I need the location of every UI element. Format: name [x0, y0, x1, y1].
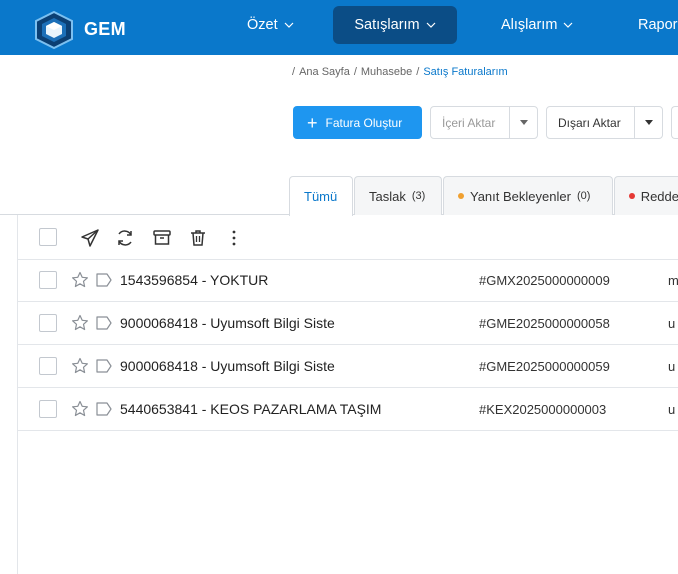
nav-item-ozet[interactable]: Özet	[237, 6, 304, 44]
breadcrumb-current: Satış Faturalarım	[423, 66, 508, 78]
nav-item-label: Raporl	[638, 17, 678, 33]
row-invoice-number: #GMX2025000000009	[479, 273, 610, 288]
table-row[interactable]: 9000068418 - Uyumsoft Bilgi Siste #GME20…	[18, 345, 678, 388]
trash-icon[interactable]	[188, 228, 208, 248]
row-invoice-number: #GME2025000000059	[479, 359, 610, 374]
select-all-checkbox[interactable]	[39, 228, 57, 246]
table-row[interactable]: 5440653841 - KEOS PAZARLAMA TAŞIM #KEX20…	[18, 388, 678, 431]
tab-label: Tümü	[304, 189, 338, 204]
status-dot-icon	[458, 193, 464, 199]
star-icon[interactable]	[71, 400, 89, 418]
tab-count: (0)	[576, 190, 591, 202]
top-navbar: GEM Özet Satışlarım Alışlarım Raporl	[0, 0, 678, 55]
export-dropdown-toggle[interactable]	[634, 107, 662, 138]
status-dot-icon	[629, 193, 635, 199]
nav-item-label: Alışlarım	[501, 17, 558, 33]
row-extra: u	[668, 359, 676, 374]
row-checkbox[interactable]	[39, 400, 57, 418]
row-checkbox[interactable]	[39, 271, 57, 289]
brand-name[interactable]: GEM	[84, 19, 126, 40]
refresh-icon[interactable]	[115, 228, 135, 248]
row-extra: m	[668, 273, 678, 288]
row-invoice-number: #KEX2025000000003	[479, 402, 607, 417]
tab-reddedilenler[interactable]: Redde	[614, 176, 678, 215]
gem-logo-icon[interactable]	[32, 10, 76, 50]
app-window: GEM Özet Satışlarım Alışlarım Raporl / A…	[0, 0, 678, 574]
nav-item-satislarim[interactable]: Satışlarım	[333, 6, 457, 44]
label-icon[interactable]	[95, 401, 113, 417]
row-title: 9000068418 - Uyumsoft Bilgi Siste	[120, 358, 335, 374]
chevron-down-icon	[284, 22, 294, 28]
tab-label: Taslak	[369, 188, 406, 204]
row-title: 5440653841 - KEOS PAZARLAMA TAŞIM	[120, 401, 382, 417]
caret-down-icon	[519, 120, 528, 125]
chevron-down-icon	[426, 22, 436, 28]
caret-down-icon	[644, 120, 653, 125]
star-icon[interactable]	[71, 314, 89, 332]
breadcrumb: / Ana Sayfa / Muhasebe / Satış Faturalar…	[292, 66, 508, 78]
row-checkbox[interactable]	[39, 314, 57, 332]
tab-count: (3)	[411, 190, 426, 202]
label-icon[interactable]	[95, 272, 113, 288]
import-dropdown-toggle[interactable]	[509, 107, 537, 138]
row-extra: u	[668, 402, 676, 417]
row-extra: u	[668, 316, 676, 331]
create-invoice-label: Fatura Oluştur	[325, 115, 403, 130]
label-icon[interactable]	[95, 358, 113, 374]
tab-tumu[interactable]: Tümü	[289, 176, 353, 216]
nav-item-label: Satışlarım	[354, 17, 420, 33]
breadcrumb-home[interactable]: Ana Sayfa	[299, 66, 350, 78]
star-icon[interactable]	[71, 357, 89, 375]
more-vertical-icon[interactable]	[224, 228, 244, 248]
chevron-down-icon	[563, 22, 573, 28]
tab-yanit-bekleyenler[interactable]: Yanıt Bekleyenler (0)	[443, 176, 613, 215]
list-toolbar	[18, 215, 678, 260]
plus-icon: +	[307, 112, 318, 133]
table-row[interactable]: 1543596854 - YOKTUR #GMX2025000000009 m	[18, 259, 678, 302]
import-button-group: İçeri Aktar	[430, 106, 538, 139]
star-icon[interactable]	[71, 271, 89, 289]
more-actions-button[interactable]	[671, 106, 678, 139]
breadcrumb-muhasebe[interactable]: Muhasebe	[361, 66, 412, 78]
export-button-group: Dışarı Aktar	[546, 106, 663, 139]
label-icon[interactable]	[95, 315, 113, 331]
tab-taslak[interactable]: Taslak (3)	[354, 176, 442, 215]
export-button[interactable]: Dışarı Aktar	[547, 107, 634, 138]
table-row[interactable]: 9000068418 - Uyumsoft Bilgi Siste #GME20…	[18, 302, 678, 345]
nav-item-raporlar[interactable]: Raporl	[628, 6, 678, 44]
row-invoice-number: #GME2025000000058	[479, 316, 610, 331]
import-button[interactable]: İçeri Aktar	[431, 107, 509, 138]
create-invoice-button[interactable]: + Fatura Oluştur	[293, 106, 422, 139]
send-icon[interactable]	[80, 228, 100, 248]
nav-item-label: Özet	[247, 17, 278, 33]
archive-icon[interactable]	[152, 228, 172, 248]
row-checkbox[interactable]	[39, 357, 57, 375]
tab-label: Yanıt Bekleyenler	[470, 188, 571, 204]
nav-item-alislarim[interactable]: Alışlarım	[491, 6, 583, 44]
row-title: 9000068418 - Uyumsoft Bilgi Siste	[120, 315, 335, 331]
tab-label: Redde	[640, 188, 678, 204]
row-title: 1543596854 - YOKTUR	[120, 272, 269, 288]
